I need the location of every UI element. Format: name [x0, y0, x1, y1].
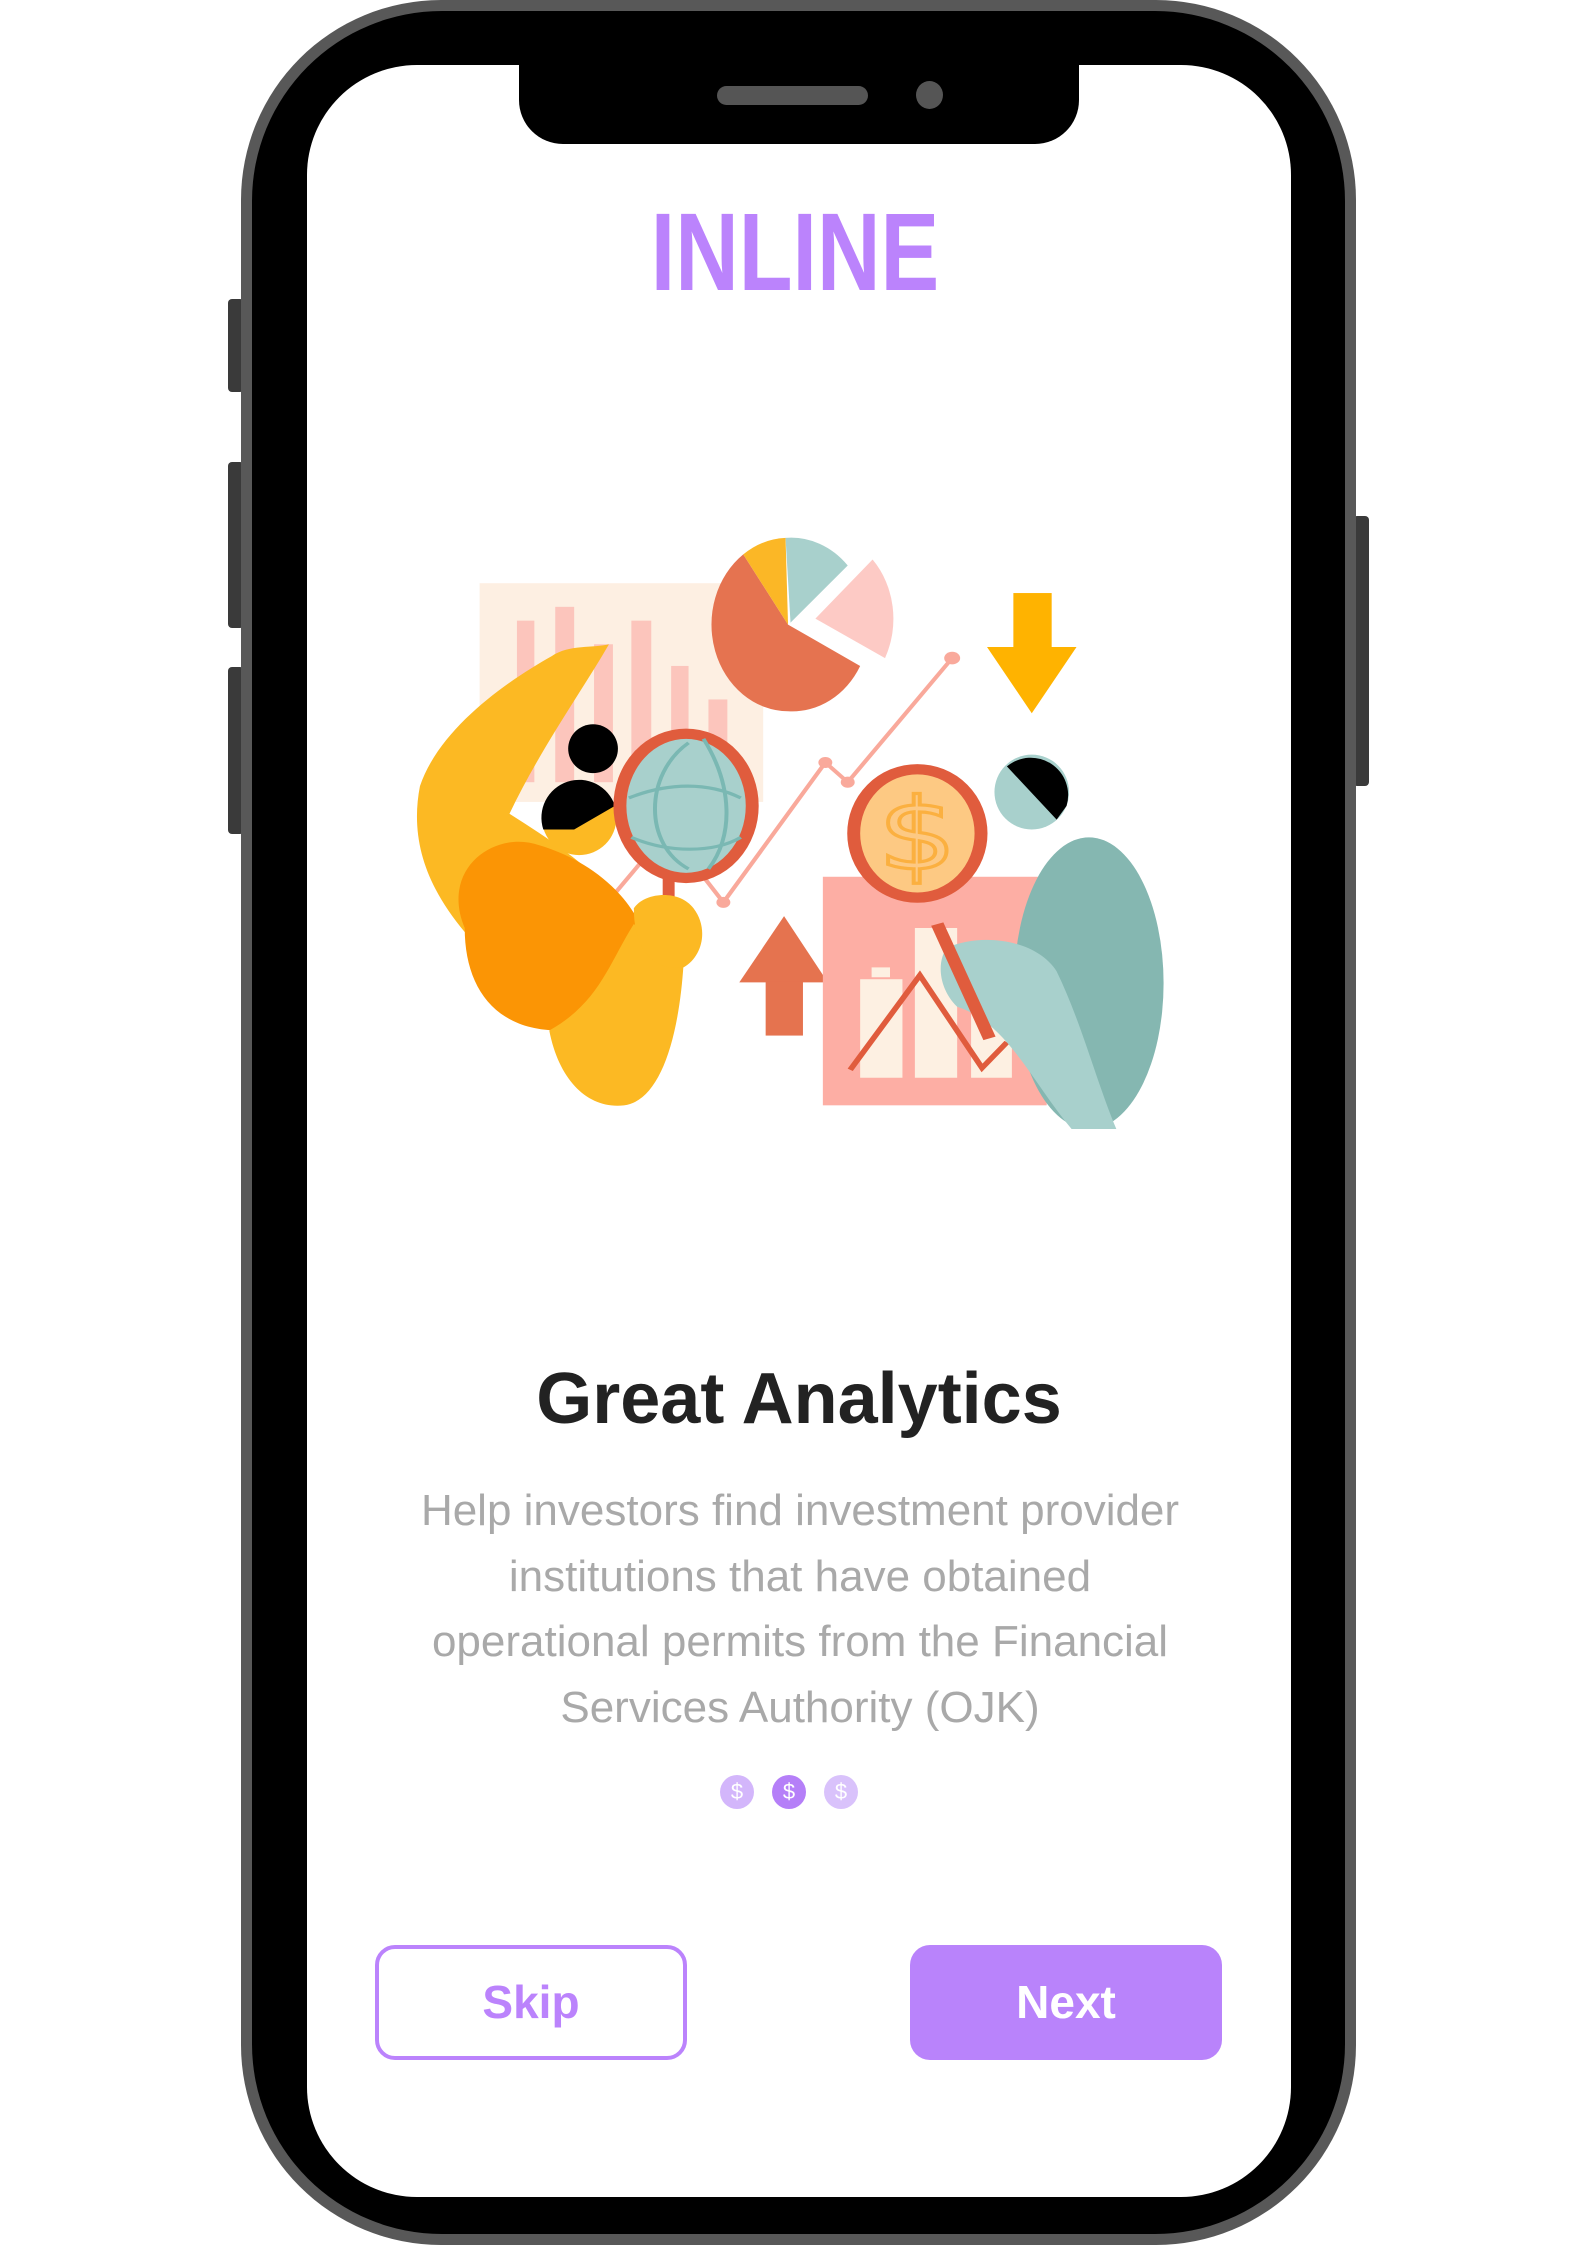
dollar-icon: $: [782, 1779, 796, 1804]
svg-text:$: $: [878, 778, 957, 892]
page-indicator-dot-2-active[interactable]: $: [772, 1775, 806, 1809]
onboarding-description: Help investors find investment provider …: [420, 1486, 1180, 1732]
analytics-illustration: $: [416, 537, 1164, 1129]
next-button[interactable]: Next: [910, 1945, 1222, 2060]
speaker-grille: [717, 86, 868, 105]
pie-chart-icon: [711, 537, 894, 712]
onboarding-title: Great Analytics: [536, 1359, 1062, 1439]
arrow-up-icon: [739, 916, 828, 1036]
app-logo: INLINE: [650, 191, 940, 314]
front-camera: [916, 81, 943, 109]
page-indicator-dot-3[interactable]: $: [824, 1775, 858, 1809]
skip-button[interactable]: Skip: [375, 1945, 687, 2060]
arrow-down-icon: [987, 593, 1077, 714]
page-indicator-dot-1[interactable]: $: [720, 1775, 754, 1809]
dollar-icon: $: [834, 1779, 848, 1804]
dollar-icon: $: [730, 1779, 744, 1804]
